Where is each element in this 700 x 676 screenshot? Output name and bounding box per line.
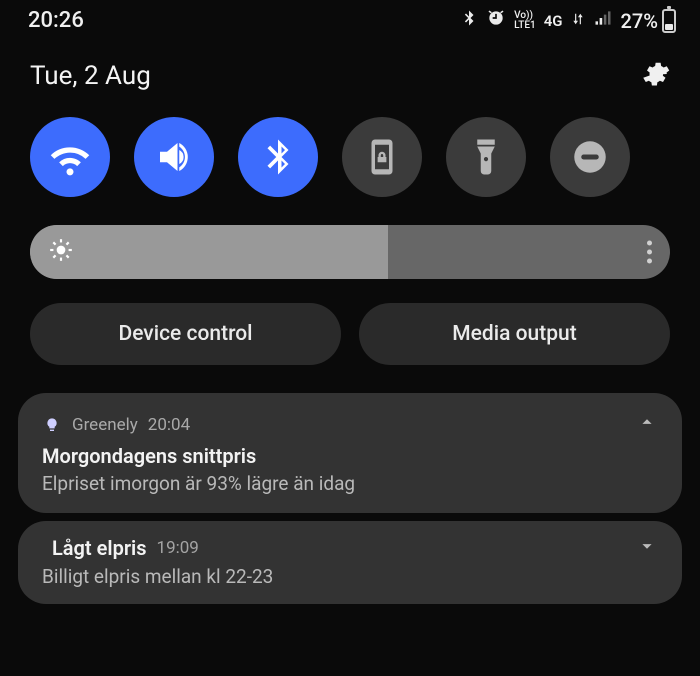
bluetooth-icon [460,9,478,32]
speaker-icon [153,136,195,178]
notification-header: Greenely 20:04 [42,411,658,438]
brightness-fill [30,225,388,279]
media-output-button[interactable]: Media output [359,303,670,365]
collapse-button[interactable] [636,411,658,438]
device-control-button[interactable]: Device control [30,303,341,365]
brightness-more-button[interactable] [647,241,652,264]
battery-icon [662,9,676,33]
qs-header: Tue, 2 Aug [0,37,700,105]
qs-bluetooth-toggle[interactable] [238,117,318,197]
signal-icon [593,8,613,33]
expand-button[interactable] [636,535,658,561]
battery-indicator: 27% [621,9,676,33]
notification-app-name: Greenely [72,415,138,435]
notification-card[interactable]: Greenely 20:04 Morgondagens snittpris El… [18,393,682,513]
quick-settings-row [0,105,700,215]
gear-icon [640,59,670,89]
status-bar: 20:26 Vo)) LTE1 4G 27% [0,0,700,37]
volte-indicator: Vo)) LTE1 [514,11,536,31]
status-time: 20:26 [28,8,84,33]
qs-flashlight-toggle[interactable] [446,117,526,197]
notification-body: Billigt elpris mellan kl 22-23 [42,565,658,588]
notification-header: Lågt elpris 19:09 [42,535,658,561]
notification-card[interactable]: Lågt elpris 19:09 Billigt elpris mellan … [18,521,682,604]
media-output-label: Media output [452,322,576,346]
network-type: 4G [544,12,563,30]
brightness-slider[interactable] [30,225,670,279]
chevron-up-icon [636,411,658,433]
qs-rotation-lock-toggle[interactable] [342,117,422,197]
brightness-icon [48,237,74,267]
notification-body: Elpriset imorgon är 93% lägre än idag [42,472,658,495]
chevron-down-icon [636,535,658,557]
wifi-icon [49,136,91,178]
portrait-lock-icon [361,136,403,178]
qs-wifi-toggle[interactable] [30,117,110,197]
data-arrows-icon [571,11,585,31]
status-right: Vo)) LTE1 4G 27% [460,8,676,33]
settings-button[interactable] [640,59,670,93]
notification-time: 19:09 [157,538,199,558]
app-icon [42,415,62,435]
qs-dnd-toggle[interactable] [550,117,630,197]
qs-sound-toggle[interactable] [134,117,214,197]
flashlight-icon [465,136,507,178]
notification-title: Lågt elpris [52,536,147,560]
alarm-icon [486,8,506,33]
bluetooth-icon [257,136,299,178]
date-label: Tue, 2 Aug [30,61,151,91]
notification-title: Morgondagens snittpris [42,444,658,468]
device-control-label: Device control [118,322,252,346]
do-not-disturb-icon [569,136,611,178]
notification-time: 20:04 [148,415,190,435]
utility-pill-row: Device control Media output [0,295,700,383]
battery-percent: 27% [621,9,658,33]
